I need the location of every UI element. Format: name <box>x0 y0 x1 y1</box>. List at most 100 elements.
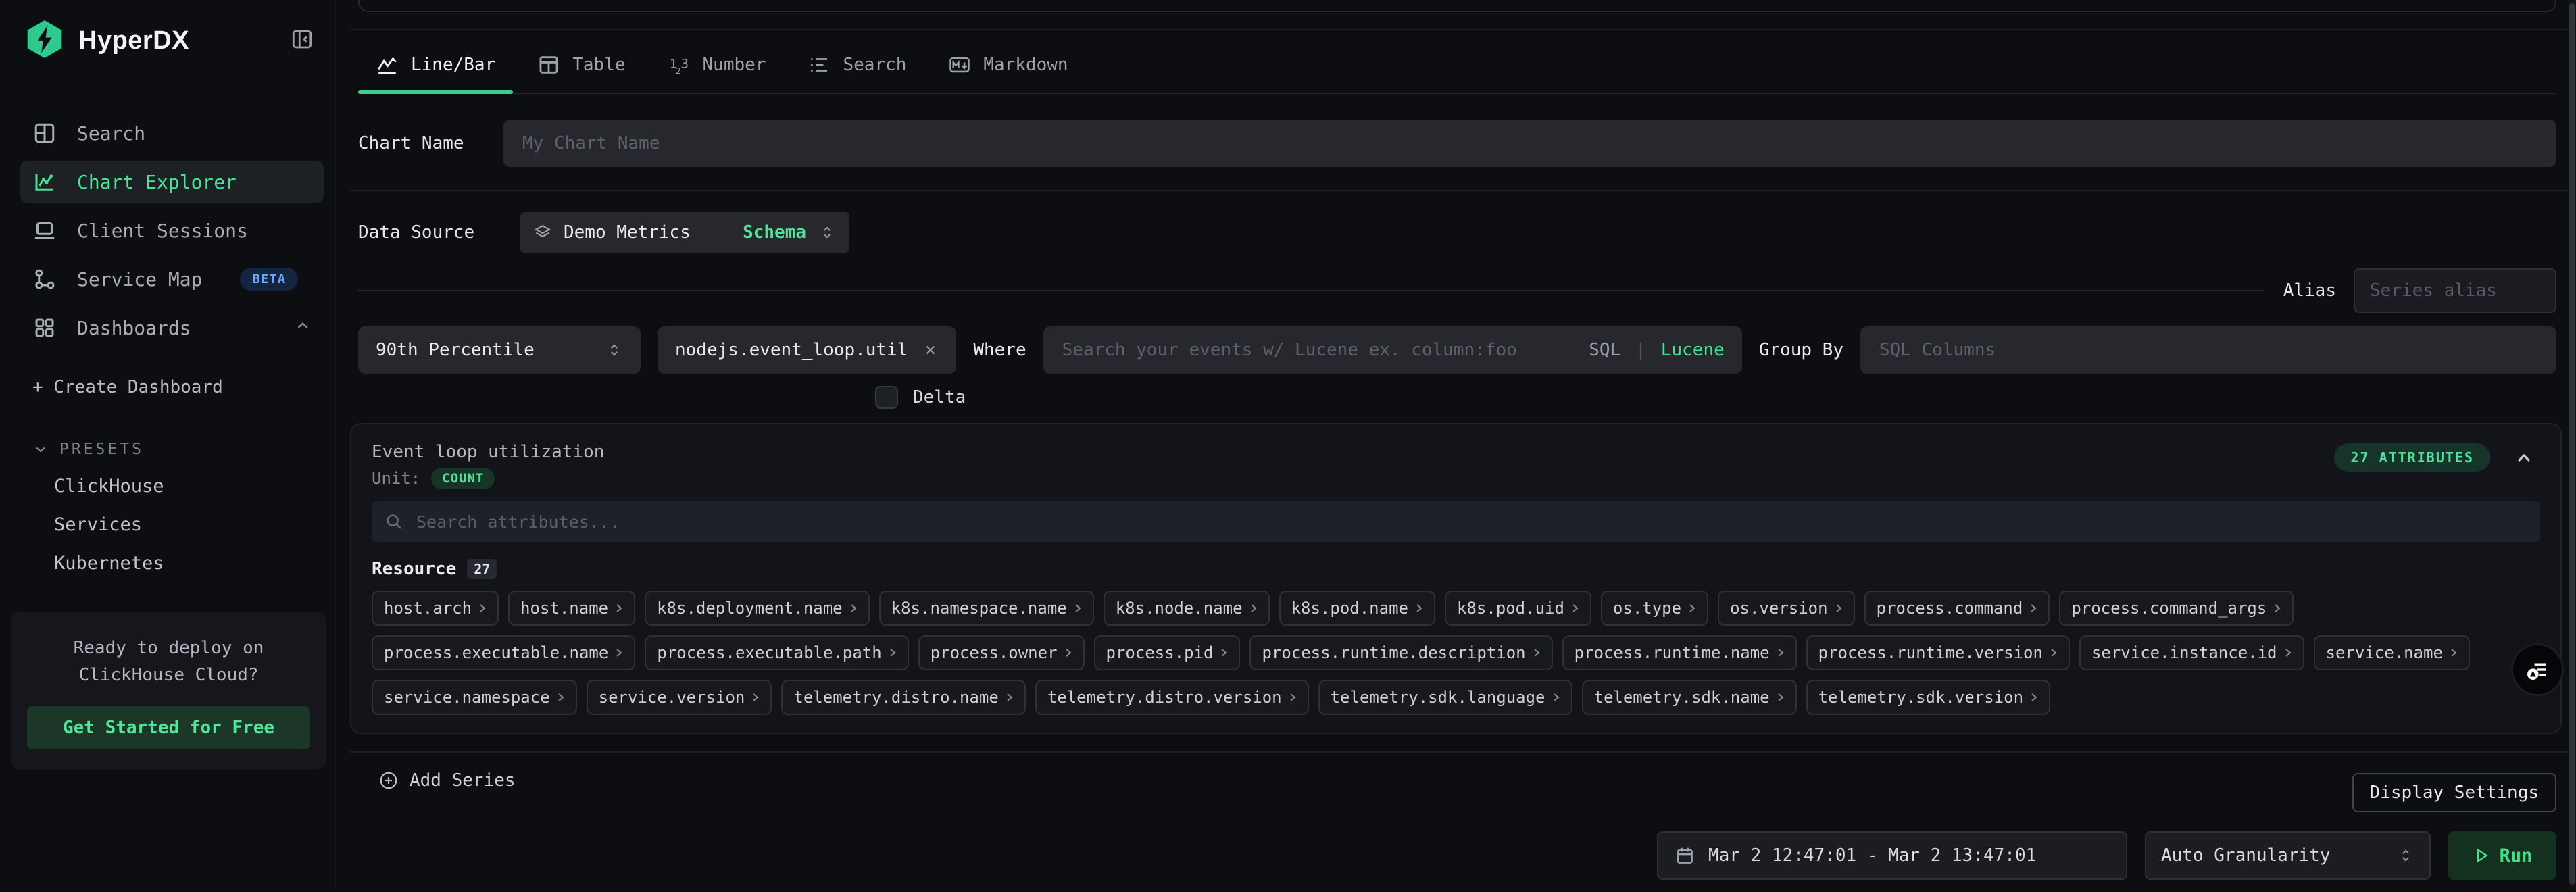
promo-text: Ready to deploy on ClickHouse Cloud? <box>27 635 310 689</box>
attribute-chip[interactable]: telemetry.sdk.language <box>1318 680 1572 715</box>
line-chart-icon <box>376 53 399 76</box>
tab-number[interactable]: 1 2 3 Number <box>650 44 784 93</box>
time-range-picker[interactable]: Mar 2 12:47:01 - Mar 2 13:47:01 <box>1657 831 2127 880</box>
scrollbar-thumb[interactable] <box>2569 3 2575 885</box>
data-source-select[interactable]: Demo Metrics Schema <box>520 212 849 253</box>
chevron-right-icon <box>478 601 487 616</box>
language-toggle-lucene[interactable]: Lucene <box>1661 340 1725 360</box>
chart-name-input[interactable] <box>521 132 2539 154</box>
footer-actions: Add Series Display Settings Mar 2 12:47:… <box>358 753 2556 892</box>
group-by-input[interactable] <box>1878 339 2539 361</box>
attribute-chip[interactable]: process.runtime.name <box>1562 635 1797 670</box>
hyperdx-logo-icon <box>23 18 66 64</box>
attribute-chip[interactable]: service.version <box>587 680 772 715</box>
calendar-icon <box>1675 845 1695 866</box>
data-source-row: Data Source Demo Metrics Schema <box>358 212 2556 253</box>
where-input[interactable] <box>1061 339 1579 361</box>
attribute-chip[interactable]: process.pid <box>1094 635 1241 670</box>
attribute-chip[interactable]: process.runtime.description <box>1249 635 1552 670</box>
schema-link[interactable]: Schema <box>743 222 806 243</box>
attribute-name: k8s.deployment.name <box>657 599 843 618</box>
tab-markdown[interactable]: Markdown <box>931 44 1085 93</box>
tab-label: Table <box>572 55 625 75</box>
granularity-value: Auto Granularity <box>2161 845 2330 866</box>
attribute-chip[interactable]: k8s.deployment.name <box>645 591 870 626</box>
sidebar-item-client-sessions[interactable]: Client Sessions <box>20 209 324 251</box>
alias-input[interactable] <box>2369 280 2542 301</box>
presets-header[interactable]: PRESETS <box>20 441 324 458</box>
granularity-select[interactable]: Auto Granularity <box>2145 831 2431 880</box>
attribute-name: k8s.pod.uid <box>1457 599 1564 618</box>
group-by-label: Group By <box>1759 340 1843 360</box>
remove-metric-icon[interactable] <box>922 342 939 358</box>
attribute-chip[interactable]: process.owner <box>918 635 1085 670</box>
tab-label: Search <box>843 55 906 75</box>
collapse-panel-icon[interactable] <box>2513 447 2535 472</box>
add-series-label: Add Series <box>410 770 516 791</box>
attribute-chip[interactable]: os.version <box>1718 591 1855 626</box>
run-button[interactable]: Run <box>2448 831 2556 880</box>
attribute-chip[interactable]: process.runtime.version <box>1806 635 2070 670</box>
attribute-chip[interactable]: k8s.node.name <box>1104 591 1270 626</box>
tab-search[interactable]: Search <box>790 44 924 93</box>
attribute-chip[interactable]: process.executable.name <box>372 635 635 670</box>
chevron-right-icon <box>2030 690 2038 705</box>
attribute-chip[interactable]: service.name <box>2314 635 2470 670</box>
attribute-name: k8s.node.name <box>1116 599 1243 618</box>
delta-checkbox[interactable] <box>875 386 898 409</box>
feedback-widget-button[interactable] <box>2511 643 2564 696</box>
attribute-name: process.runtime.description <box>1262 643 1525 662</box>
sidebar-item-search[interactable]: Search <box>20 112 324 154</box>
data-source-value: Demo Metrics <box>564 222 691 243</box>
sidebar-item-label: Client Sessions <box>77 220 248 242</box>
preset-item[interactable]: Kubernetes <box>20 553 324 574</box>
preset-item[interactable]: Services <box>20 514 324 535</box>
tab-table[interactable]: Table <box>520 44 643 93</box>
chart-type-tabs: Line/Bar Table 1 2 3 Number <box>358 44 2556 94</box>
attribute-chip[interactable]: telemetry.sdk.version <box>1806 680 2050 715</box>
attribute-search-input[interactable] <box>415 512 2528 532</box>
section-divider <box>350 190 2569 191</box>
chevrons-up-down-icon <box>2397 847 2414 864</box>
number-icon: 1 2 3 <box>668 53 691 76</box>
attribute-chip[interactable]: k8s.pod.name <box>1279 591 1435 626</box>
attribute-name: k8s.namespace.name <box>891 599 1067 618</box>
attribute-chip[interactable]: telemetry.distro.name <box>781 680 1025 715</box>
sidebar-collapse-icon[interactable] <box>290 27 314 54</box>
language-toggle-sql[interactable]: SQL <box>1589 340 1620 360</box>
chevron-right-icon <box>557 690 565 705</box>
attribute-chip[interactable]: os.type <box>1601 591 1708 626</box>
attribute-chip[interactable]: host.name <box>508 591 635 626</box>
attribute-chip[interactable]: telemetry.distro.version <box>1035 680 1309 715</box>
attributes-count-badge[interactable]: 27 ATTRIBUTES <box>2334 443 2490 472</box>
tab-label: Markdown <box>983 55 1068 75</box>
tab-line-bar[interactable]: Line/Bar <box>358 44 513 93</box>
aggregation-select[interactable]: 90th Percentile <box>358 326 641 374</box>
attribute-chip[interactable]: service.namespace <box>372 680 577 715</box>
sidebar-item-label: Search <box>77 122 145 145</box>
sidebar-item-service-map[interactable]: Service Map BETA <box>20 258 324 300</box>
chevron-right-icon <box>1571 601 1579 616</box>
preset-item[interactable]: ClickHouse <box>20 476 324 497</box>
scrollbar-track <box>2569 0 2576 889</box>
attribute-chip[interactable]: process.command_args <box>2059 591 2294 626</box>
display-settings-button[interactable]: Display Settings <box>2352 773 2556 812</box>
attribute-chip[interactable]: process.command <box>1864 591 2050 626</box>
unit-value-badge: COUNT <box>431 468 495 489</box>
sidebar-item-dashboards[interactable]: Dashboards <box>20 307 324 349</box>
attribute-chip[interactable]: host.arch <box>372 591 499 626</box>
attribute-chip[interactable]: service.instance.id <box>2079 635 2304 670</box>
attribute-chip[interactable]: k8s.namespace.name <box>879 591 1094 626</box>
attribute-chip[interactable]: telemetry.sdk.name <box>1582 680 1797 715</box>
logo-row: HyperDX <box>20 18 324 64</box>
metric-field-chip[interactable]: nodejs.event_loop.util <box>658 326 956 374</box>
attribute-chip[interactable]: k8s.pod.uid <box>1445 591 1591 626</box>
create-dashboard-button[interactable]: + Create Dashboard <box>20 377 324 397</box>
add-series-button[interactable]: Add Series <box>378 770 516 791</box>
get-started-button[interactable]: Get Started for Free <box>27 706 310 749</box>
attribute-search-wrap <box>372 501 2540 542</box>
chevrons-up-down-icon <box>818 224 836 241</box>
attribute-chip[interactable]: process.executable.path <box>645 635 908 670</box>
sidebar-item-chart-explorer[interactable]: Chart Explorer <box>20 161 324 203</box>
attribute-name: telemetry.sdk.language <box>1331 688 1545 707</box>
